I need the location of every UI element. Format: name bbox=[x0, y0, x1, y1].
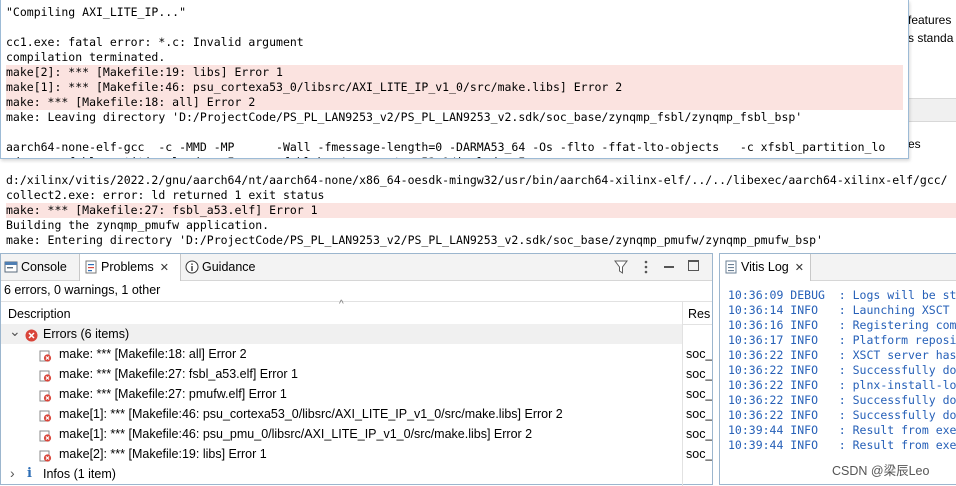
vitis-log-panel: Vitis Log ✕ 10:36:09 DEBUG : Logs will be… bbox=[719, 253, 956, 485]
tree-group-errors[interactable]: ⌄ Errors (6 items) bbox=[1, 324, 682, 344]
problem-row[interactable]: make[2]: *** [Makefile:19: libs] Error 1 bbox=[1, 444, 682, 464]
popup-line: compilation terminated. bbox=[6, 50, 166, 64]
problem-description: make: *** [Makefile:18: all] Error 2 bbox=[59, 347, 247, 361]
tab-guidance[interactable]: Guidance bbox=[185, 254, 265, 280]
close-icon[interactable]: ✕ bbox=[160, 255, 169, 281]
vitis-log-tab-bar: Vitis Log ✕ bbox=[720, 254, 956, 281]
popup-line: make: *** [Makefile:18: all] Error 2 bbox=[6, 95, 903, 110]
tab-vitis-log-label: Vitis Log bbox=[741, 260, 789, 274]
tree-group-label: Errors (6 items) bbox=[43, 327, 130, 341]
maximize-icon[interactable] bbox=[688, 260, 699, 271]
error-marker-icon bbox=[39, 428, 52, 442]
problems-table-header: Description ^ Res bbox=[1, 299, 712, 325]
console-line: Building the zynqmp_pmufw application. bbox=[6, 218, 270, 232]
column-description[interactable]: Description bbox=[8, 302, 71, 324]
problems-panel: Console Problems ✕ Guidance 6 errors, 0 w… bbox=[0, 253, 713, 486]
log-line: 10:36:14 INFO : Launching XSCT bbox=[728, 303, 950, 317]
tab-guidance-label: Guidance bbox=[202, 260, 256, 274]
problem-row[interactable]: make: *** [Makefile:18: all] Error 2 bbox=[1, 344, 682, 364]
expand-chevron-icon[interactable]: › bbox=[10, 464, 15, 483]
minimize-icon[interactable] bbox=[664, 266, 674, 268]
problem-row[interactable]: make: *** [Makefile:27: fsbl_a53.elf] Er… bbox=[1, 364, 682, 384]
console-line: make: Entering directory 'D:/ProjectCode… bbox=[6, 233, 823, 247]
right-editor-fragment: features s standa es bbox=[908, 0, 956, 151]
log-line: 10:36:22 INFO : XSCT server has bbox=[728, 348, 956, 362]
log-line: 10:36:16 INFO : Registering com bbox=[728, 318, 956, 332]
popup-line: ad.c -o xfsbl_partition_load.o -Izynqmp_… bbox=[6, 155, 903, 158]
log-line: 10:36:17 INFO : Platform reposi bbox=[728, 333, 956, 347]
console-icon bbox=[4, 257, 18, 273]
view-menu-icon[interactable] bbox=[643, 260, 649, 277]
right-text-2: s standa bbox=[908, 31, 954, 45]
error-marker-icon bbox=[39, 348, 52, 362]
popup-line bbox=[6, 20, 903, 35]
console-line: make: *** [Makefile:27: fsbl_a53.elf] Er… bbox=[6, 203, 956, 218]
console-line: d:/xilinx/vitis/2022.2/gnu/aarch64/nt/aa… bbox=[6, 173, 948, 187]
log-line: 10:36:22 INFO : plnx-install-lo bbox=[728, 378, 956, 392]
log-line: 10:36:22 INFO : Successfully do bbox=[728, 408, 956, 422]
tab-console[interactable]: Console bbox=[4, 254, 76, 280]
tab-problems[interactable]: Problems ✕ bbox=[79, 254, 181, 281]
tree-group-label: Infos (1 item) bbox=[43, 467, 116, 481]
problem-row[interactable]: make: *** [Makefile:27: pmufw.elf] Error… bbox=[1, 384, 682, 404]
problem-resource: soc_ bbox=[686, 367, 712, 381]
problem-description: make[2]: *** [Makefile:19: libs] Error 1 bbox=[59, 447, 267, 461]
popup-line: "Compiling AXI_LITE_IP..." bbox=[6, 5, 187, 19]
log-line: 10:36:22 INFO : Successfully do bbox=[728, 363, 956, 377]
error-marker-icon bbox=[39, 388, 52, 402]
column-resource[interactable]: Res bbox=[688, 302, 710, 324]
problem-resource: soc_ bbox=[686, 347, 712, 361]
problem-resource: soc_ bbox=[686, 387, 712, 401]
log-icon bbox=[724, 257, 738, 274]
right-text-1: features bbox=[908, 13, 952, 27]
problem-description: make[1]: *** [Makefile:46: psu_pmu_0/lib… bbox=[59, 427, 533, 441]
popup-line: make[1]: *** [Makefile:46: psu_cortexa53… bbox=[6, 80, 903, 95]
expand-chevron-icon[interactable]: ⌄ bbox=[9, 324, 21, 341]
filter-icon[interactable] bbox=[614, 260, 628, 277]
right-text-3: es bbox=[908, 137, 921, 151]
popup-line: make: Leaving directory 'D:/ProjectCode/… bbox=[6, 110, 803, 124]
error-details-popup: "Compiling AXI_LITE_IP..." cc1.exe: fatal… bbox=[0, 0, 909, 159]
error-marker-icon bbox=[39, 448, 52, 462]
problem-description: make[1]: *** [Makefile:46: psu_cortexa53… bbox=[59, 407, 563, 421]
error-icon bbox=[25, 328, 38, 342]
problem-row[interactable]: make[1]: *** [Makefile:46: psu_cortexa53… bbox=[1, 404, 682, 424]
popup-line: aarch64-none-elf-gcc -c -MMD -MP -Wall -… bbox=[6, 140, 886, 154]
problem-resource: soc_ bbox=[686, 427, 712, 441]
log-line: 10:36:22 INFO : Successfully do bbox=[728, 393, 956, 407]
problem-description: make: *** [Makefile:27: pmufw.elf] Error… bbox=[59, 387, 287, 401]
close-icon[interactable]: ✕ bbox=[795, 255, 804, 281]
info-icon: i bbox=[27, 466, 32, 481]
problem-row[interactable]: make[1]: *** [Makefile:46: psu_pmu_0/lib… bbox=[1, 424, 682, 444]
popup-line: make[2]: *** [Makefile:19: libs] Error 1 bbox=[6, 65, 903, 80]
watermark: CSDN @梁辰Leo bbox=[832, 464, 930, 478]
tab-console-label: Console bbox=[21, 260, 67, 274]
popup-line bbox=[6, 125, 903, 140]
right-toolbar-strip bbox=[908, 98, 956, 122]
popup-line: cc1.exe: fatal error: *.c: Invalid argum… bbox=[6, 35, 304, 49]
problem-description: make: *** [Makefile:27: fsbl_a53.elf] Er… bbox=[59, 367, 299, 381]
problems-summary: 6 errors, 0 warnings, 1 other bbox=[4, 283, 161, 297]
log-line: 10:39:44 INFO : Result from exe bbox=[728, 423, 956, 437]
tree-group-infos[interactable]: › i Infos (1 item) bbox=[1, 464, 682, 484]
sort-arrow-icon: ^ bbox=[339, 299, 344, 310]
error-marker-icon bbox=[39, 368, 52, 382]
tab-problems-label: Problems bbox=[101, 260, 154, 274]
info-icon bbox=[185, 257, 199, 274]
problems-icon bbox=[84, 257, 98, 274]
error-marker-icon bbox=[39, 408, 52, 422]
column-divider bbox=[682, 301, 683, 486]
log-line: 10:36:09 DEBUG : Logs will be st bbox=[728, 288, 956, 302]
tab-vitis-log[interactable]: Vitis Log ✕ bbox=[720, 254, 811, 281]
problem-resource: soc_ bbox=[686, 407, 712, 421]
problem-resource: soc_ bbox=[686, 447, 712, 461]
console-line: collect2.exe: error: ld returned 1 exit … bbox=[6, 188, 325, 202]
log-line: 10:39:44 INFO : Result from exe bbox=[728, 438, 956, 452]
view-tab-bar: Console Problems ✕ Guidance bbox=[1, 254, 712, 281]
